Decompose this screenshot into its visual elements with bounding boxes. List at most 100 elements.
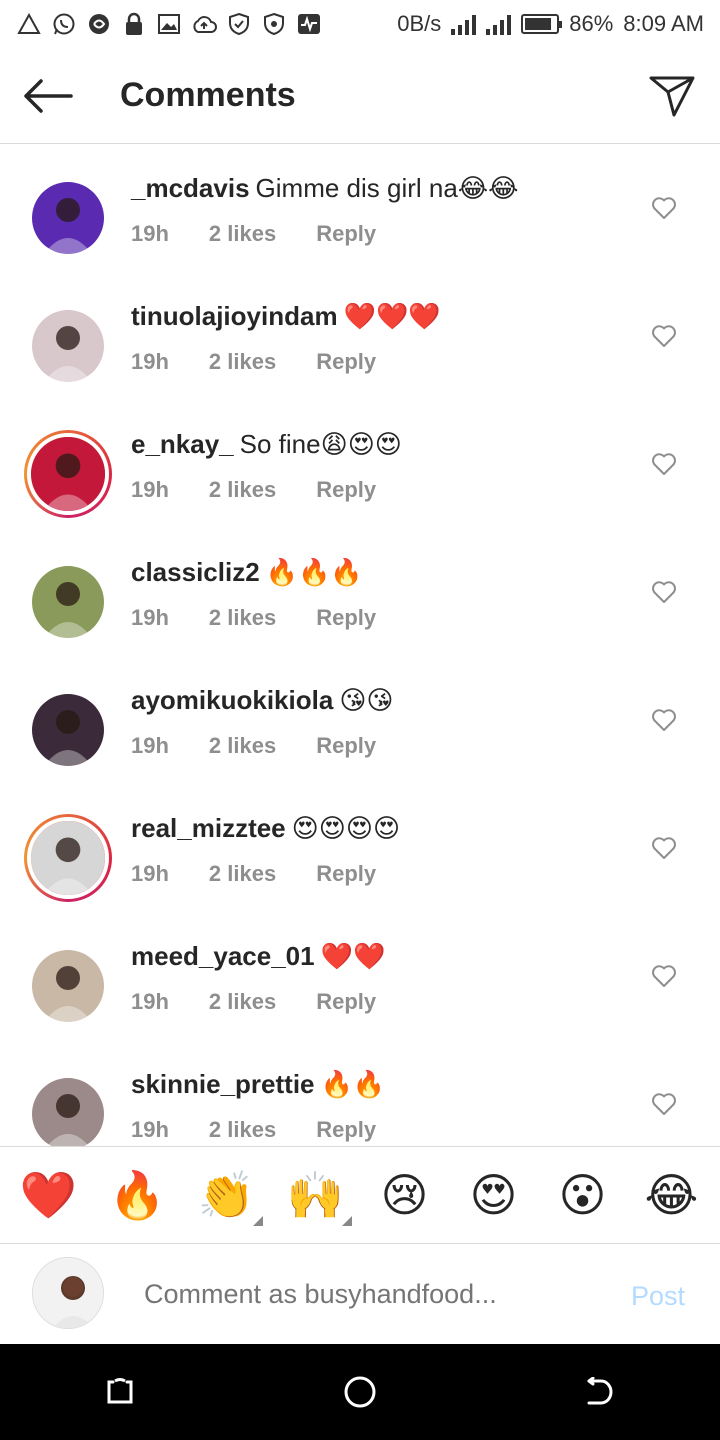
- comment-row[interactable]: real_mizztee 😍😍😍😍 19h 2 likes Reply: [0, 785, 720, 913]
- comments-header: Comments: [0, 48, 720, 144]
- like-heart-icon[interactable]: [651, 196, 677, 220]
- like-heart-icon[interactable]: [651, 452, 677, 476]
- comment-body: ❤️❤️❤️: [343, 301, 441, 331]
- comment-row[interactable]: _mcdavis Gimme dis girl na😂😂 19h 2 likes Rep…: [0, 145, 720, 273]
- like-heart-icon[interactable]: [651, 836, 677, 860]
- comment-text: _mcdavis Gimme dis girl na😂😂: [131, 173, 519, 204]
- comment-row[interactable]: tinuolajioyindam ❤️❤️❤️ 19h 2 likes Reply: [0, 273, 720, 401]
- reply-button[interactable]: Reply: [316, 477, 376, 503]
- comment-likes-link[interactable]: 2 likes: [209, 733, 276, 759]
- comment-username[interactable]: tinuolajioyindam: [131, 301, 338, 331]
- recent-apps-button[interactable]: [80, 1352, 160, 1432]
- like-heart-icon[interactable]: [651, 964, 677, 988]
- comment-time: 19h: [131, 989, 169, 1014]
- current-user-avatar: [32, 1257, 104, 1329]
- comments-list[interactable]: _mcdavis Gimme dis girl na😂😂 19h 2 likes Rep…: [0, 145, 720, 1146]
- comment-likes-link[interactable]: 2 likes: [209, 1117, 276, 1143]
- like-heart-icon[interactable]: [651, 324, 677, 348]
- heart-eyes-emoji-button[interactable]: 😍: [458, 1172, 530, 1218]
- comment-likes-link[interactable]: 2 likes: [209, 861, 276, 887]
- comment-avatar-button[interactable]: [24, 430, 112, 518]
- avatar: [32, 310, 104, 382]
- like-heart-icon[interactable]: [651, 708, 677, 732]
- reply-button[interactable]: Reply: [316, 861, 376, 887]
- back-nav-button[interactable]: [560, 1352, 640, 1432]
- comment-text: meed_yace_01 ❤️❤️: [131, 941, 385, 972]
- back-button[interactable]: [0, 48, 96, 144]
- laughing-emoji-button[interactable]: 😂: [636, 1172, 708, 1218]
- whatsapp-icon: [51, 11, 77, 37]
- comment-row[interactable]: meed_yace_01 ❤️❤️ 19h 2 likes Reply: [0, 913, 720, 1041]
- comment-likes-link[interactable]: 2 likes: [209, 605, 276, 631]
- comment-likes-link[interactable]: 2 likes: [209, 349, 276, 375]
- avatar: [32, 1078, 104, 1146]
- avatar: [32, 694, 104, 766]
- clapping-emoji-button[interactable]: 👏: [191, 1169, 263, 1226]
- crying-emoji-button[interactable]: 😢: [369, 1172, 441, 1218]
- reply-button[interactable]: Reply: [316, 733, 376, 759]
- comment-text: skinnie_prettie 🔥🔥: [131, 1069, 385, 1100]
- reply-button[interactable]: Reply: [316, 605, 376, 631]
- comment-likes-link[interactable]: 2 likes: [209, 989, 276, 1015]
- clock: 8:09 AM: [623, 11, 704, 36]
- raising-hands-emoji-button[interactable]: 🙌: [280, 1169, 352, 1226]
- comment-username[interactable]: meed_yace_01: [131, 941, 315, 971]
- comment-row[interactable]: skinnie_prettie 🔥🔥 19h 2 likes Reply: [0, 1041, 720, 1146]
- comment-username[interactable]: e_nkay_: [131, 429, 234, 459]
- reply-button[interactable]: Reply: [316, 989, 376, 1015]
- raising-hands-emoji: 🙌: [286, 1169, 345, 1221]
- skin-tone-indicator-icon: [341, 1216, 352, 1226]
- comment-username[interactable]: _mcdavis: [131, 173, 250, 203]
- system-nav-bar: [0, 1344, 720, 1440]
- comment-username[interactable]: classicliz2: [131, 557, 260, 587]
- surprised-emoji: 😮: [558, 1169, 607, 1221]
- comment-meta: 19h 2 likes Reply: [131, 349, 416, 375]
- comment-row[interactable]: ayomikuokikiola 😘😘 19h 2 likes Reply: [0, 657, 720, 785]
- reply-button[interactable]: Reply: [316, 1117, 376, 1143]
- comment-text: classicliz2 🔥🔥🔥: [131, 557, 363, 588]
- surprised-emoji-button[interactable]: 😮: [547, 1172, 619, 1218]
- like-heart-icon[interactable]: [651, 580, 677, 604]
- battery-percent: 86%: [569, 11, 614, 36]
- arrow-left-icon: [24, 78, 73, 113]
- reply-button[interactable]: Reply: [316, 349, 376, 375]
- activity-icon: [296, 11, 322, 37]
- status-bar: 0B/s 86% 8:09 AM: [0, 0, 720, 48]
- comment-avatar-button[interactable]: [24, 686, 112, 774]
- comment-avatar-button[interactable]: [24, 814, 112, 902]
- skin-tone-indicator-icon: [252, 1216, 263, 1226]
- reply-button[interactable]: Reply: [316, 221, 376, 247]
- comment-avatar-button[interactable]: [24, 302, 112, 390]
- like-heart-icon[interactable]: [651, 1092, 677, 1116]
- comment-likes-link[interactable]: 2 likes: [209, 477, 276, 503]
- comment-username[interactable]: skinnie_prettie: [131, 1069, 315, 1099]
- recent-apps-icon: [107, 1378, 133, 1404]
- comment-likes-link[interactable]: 2 likes: [209, 221, 276, 247]
- comment-row[interactable]: classicliz2 🔥🔥🔥 19h 2 likes Reply: [0, 529, 720, 657]
- fire-emoji-button[interactable]: 🔥: [102, 1172, 174, 1218]
- fire-emoji: 🔥: [108, 1169, 167, 1221]
- comment-body: 😍😍😍😍: [291, 813, 401, 843]
- avatar: [32, 182, 104, 254]
- comment-row[interactable]: e_nkay_ So fine😩😍😍 19h 2 likes Reply: [0, 401, 720, 529]
- comment-username[interactable]: real_mizztee: [131, 813, 286, 843]
- lock-icon: [121, 11, 147, 37]
- comment-username[interactable]: ayomikuokikiola: [131, 685, 333, 715]
- share-button[interactable]: [624, 48, 720, 144]
- red-heart-emoji-button[interactable]: ❤️: [13, 1172, 85, 1218]
- comment-avatar-button[interactable]: [24, 942, 112, 1030]
- home-button[interactable]: [320, 1352, 400, 1432]
- comment-body: 🔥🔥: [320, 1069, 386, 1099]
- comment-time: 19h: [131, 1117, 169, 1142]
- clapping-emoji: 👏: [197, 1169, 256, 1221]
- paper-plane-icon: [649, 76, 695, 116]
- comment-avatar-button[interactable]: [24, 558, 112, 646]
- comment-input[interactable]: [144, 1279, 584, 1310]
- comment-avatar-button[interactable]: [24, 174, 112, 262]
- net-speed: 0B/s: [397, 11, 442, 36]
- comment-text: tinuolajioyindam ❤️❤️❤️: [131, 301, 441, 332]
- notification-icons: [16, 11, 322, 37]
- comment-avatar-button[interactable]: [24, 1070, 112, 1146]
- post-button[interactable]: Post: [631, 1281, 685, 1312]
- comment-text: ayomikuokikiola 😘😘: [131, 685, 394, 716]
